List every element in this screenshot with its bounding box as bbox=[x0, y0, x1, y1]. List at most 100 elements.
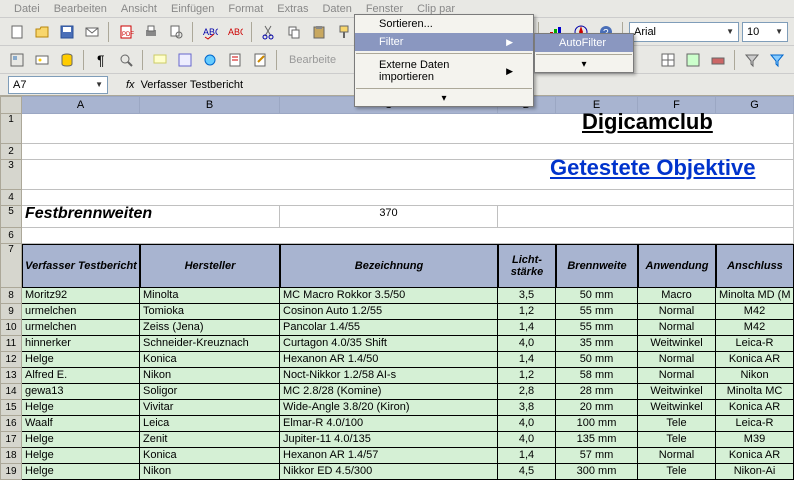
menu-item-import[interactable]: Externe Daten importieren▶ bbox=[355, 56, 533, 86]
autoformat-icon[interactable] bbox=[682, 49, 704, 71]
data-cell[interactable]: 2,8 bbox=[498, 384, 556, 400]
row-header[interactable]: 16 bbox=[0, 416, 22, 432]
row-header[interactable]: 7 bbox=[0, 244, 22, 288]
subtitle-cell[interactable]: Getestete Objektive bbox=[22, 160, 794, 190]
data-cell[interactable]: urmelchen bbox=[22, 304, 140, 320]
table-column-header[interactable]: Verfasser Testbericht bbox=[22, 244, 140, 288]
data-cell[interactable]: Jupiter-11 4.0/135 bbox=[280, 432, 498, 448]
cell[interactable] bbox=[22, 190, 794, 206]
data-cell[interactable]: 4,0 bbox=[498, 432, 556, 448]
menu-ansicht[interactable]: Ansicht bbox=[115, 2, 163, 16]
data-cell[interactable]: Elmar-R 4.0/100 bbox=[280, 416, 498, 432]
data-cell[interactable]: Weitwinkel bbox=[638, 384, 716, 400]
data-cell[interactable]: Tele bbox=[638, 432, 716, 448]
data-cell[interactable]: Soligor bbox=[140, 384, 280, 400]
data-cell[interactable]: Minolta MC bbox=[716, 384, 794, 400]
data-cell[interactable]: Weitwinkel bbox=[638, 400, 716, 416]
spellcheck-icon[interactable]: ABC bbox=[199, 21, 221, 43]
formula-input[interactable]: Verfasser Testbericht bbox=[141, 79, 244, 91]
data-cell[interactable]: Konica AR bbox=[716, 352, 794, 368]
data-cell[interactable]: 300 mm bbox=[556, 464, 638, 480]
table-column-header[interactable]: Anwendung bbox=[638, 244, 716, 288]
format-paint-icon[interactable] bbox=[333, 21, 355, 43]
data-cell[interactable]: Nikon-Ai bbox=[716, 464, 794, 480]
data-cell[interactable]: 50 mm bbox=[556, 288, 638, 304]
data-cell[interactable]: Tomioka bbox=[140, 304, 280, 320]
data-cell[interactable]: Helge bbox=[22, 352, 140, 368]
data-cell[interactable]: Nikon bbox=[140, 368, 280, 384]
data-cell[interactable]: 1,2 bbox=[498, 304, 556, 320]
datasources-icon[interactable] bbox=[56, 49, 78, 71]
insert-comment-icon[interactable] bbox=[149, 49, 171, 71]
data-cell[interactable]: 4,5 bbox=[498, 464, 556, 480]
data-cell[interactable]: Konica bbox=[140, 352, 280, 368]
column-header[interactable]: G bbox=[716, 96, 794, 114]
table-column-header[interactable]: Hersteller bbox=[140, 244, 280, 288]
row-header[interactable]: 15 bbox=[0, 400, 22, 416]
data-cell[interactable]: Waalf bbox=[22, 416, 140, 432]
print-icon[interactable] bbox=[140, 21, 162, 43]
row-header[interactable]: 8 bbox=[0, 288, 22, 304]
cell[interactable] bbox=[498, 206, 794, 228]
zoom-icon[interactable] bbox=[115, 49, 137, 71]
new-doc-icon[interactable] bbox=[6, 21, 28, 43]
menu-item-sort[interactable]: Sortieren... bbox=[355, 15, 533, 33]
cell-reference-box[interactable]: A7 ▼ bbox=[8, 76, 108, 94]
data-cell[interactable]: Normal bbox=[638, 368, 716, 384]
save-icon[interactable] bbox=[56, 21, 78, 43]
menu-expand-icon[interactable]: ▾ bbox=[355, 91, 533, 106]
menu-extras[interactable]: Extras bbox=[271, 2, 314, 16]
row-header[interactable]: 5 bbox=[0, 206, 22, 228]
cell[interactable]: Festbrennweiten bbox=[22, 206, 280, 228]
row-header[interactable]: 3 bbox=[0, 160, 22, 190]
styles-icon[interactable] bbox=[6, 49, 28, 71]
data-cell[interactable]: 1,4 bbox=[498, 352, 556, 368]
data-cell[interactable]: Noct-Nikkor 1.2/58 AI-s bbox=[280, 368, 498, 384]
count-cell[interactable]: 370 bbox=[280, 206, 498, 228]
data-cell[interactable]: Minolta MD (M bbox=[716, 288, 794, 304]
data-cell[interactable]: Helge bbox=[22, 432, 140, 448]
data-cell[interactable]: Nikon bbox=[140, 464, 280, 480]
column-header[interactable]: B bbox=[140, 96, 280, 114]
row-header[interactable]: 4 bbox=[0, 190, 22, 206]
data-cell[interactable]: Zenit bbox=[140, 432, 280, 448]
data-cell[interactable]: Alfred E. bbox=[22, 368, 140, 384]
cell[interactable] bbox=[22, 228, 794, 244]
menu-bearbeiten[interactable]: Bearbeiten bbox=[48, 2, 113, 16]
data-cell[interactable]: 55 mm bbox=[556, 304, 638, 320]
data-cell[interactable]: 1,4 bbox=[498, 320, 556, 336]
font-size-select[interactable]: 10 ▼ bbox=[742, 22, 788, 42]
open-icon[interactable] bbox=[31, 21, 53, 43]
paste-icon[interactable] bbox=[308, 21, 330, 43]
data-cell[interactable]: Minolta bbox=[140, 288, 280, 304]
data-cell[interactable]: Macro bbox=[638, 288, 716, 304]
copy-icon[interactable] bbox=[283, 21, 305, 43]
record-changes-icon[interactable] bbox=[224, 49, 246, 71]
table-column-header[interactable]: Licht-stärke bbox=[498, 244, 556, 288]
autospell-icon[interactable]: ABC bbox=[224, 21, 246, 43]
cut-icon[interactable] bbox=[258, 21, 280, 43]
data-cell[interactable]: Schneider-Kreuznach bbox=[140, 336, 280, 352]
data-cell[interactable]: 4,0 bbox=[498, 416, 556, 432]
data-cell[interactable]: Wide-Angle 3.8/20 (Kiron) bbox=[280, 400, 498, 416]
data-cell[interactable]: Moritz92 bbox=[22, 288, 140, 304]
gallery-icon[interactable] bbox=[31, 49, 53, 71]
autofilter-icon[interactable] bbox=[766, 49, 788, 71]
row-header[interactable]: 9 bbox=[0, 304, 22, 320]
row-header[interactable]: 2 bbox=[0, 144, 22, 160]
navigator2-icon[interactable] bbox=[174, 49, 196, 71]
menu-format[interactable]: Format bbox=[222, 2, 269, 16]
data-cell[interactable]: Pancolar 1.4/55 bbox=[280, 320, 498, 336]
menu-expand-icon[interactable]: ▾ bbox=[535, 57, 633, 72]
data-cell[interactable]: 50 mm bbox=[556, 352, 638, 368]
menu-item-filter[interactable]: Filter▶ bbox=[355, 33, 533, 51]
row-header[interactable]: 19 bbox=[0, 464, 22, 480]
select-all-corner[interactable] bbox=[0, 96, 22, 114]
data-cell[interactable]: Helge bbox=[22, 400, 140, 416]
data-cell[interactable]: Tele bbox=[638, 416, 716, 432]
row-header[interactable]: 6 bbox=[0, 228, 22, 244]
data-cell[interactable]: Normal bbox=[638, 448, 716, 464]
data-cell[interactable]: Normal bbox=[638, 304, 716, 320]
row-header[interactable]: 14 bbox=[0, 384, 22, 400]
title-cell[interactable]: Digicamclub bbox=[22, 114, 794, 144]
